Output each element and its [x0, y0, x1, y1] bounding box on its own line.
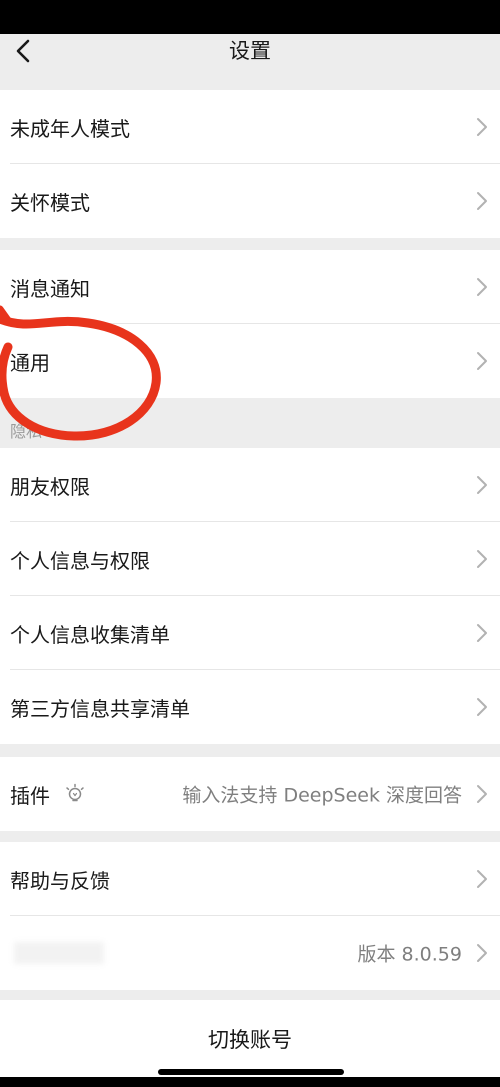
settings-item-friend-permissions[interactable]: 朋友权限: [0, 448, 500, 522]
switch-account-label: 切换账号: [208, 1027, 292, 1052]
chevron-right-icon: [476, 474, 488, 496]
home-indicator: [158, 1069, 344, 1075]
settings-group-help: 帮助与反馈 版本 8.0.59: [0, 842, 500, 990]
nav-bar: 设置: [0, 34, 500, 78]
lightbulb-icon: [64, 783, 86, 805]
settings-item-personal-info-permissions[interactable]: 个人信息与权限: [0, 522, 500, 596]
settings-item-label: 朋友权限: [10, 474, 90, 499]
settings-item-label: 个人信息收集清单: [10, 622, 170, 647]
settings-item-label: 未成年人模式: [10, 116, 130, 141]
settings-item-minor-mode[interactable]: 未成年人模式: [0, 90, 500, 164]
settings-item-help-feedback[interactable]: 帮助与反馈: [0, 842, 500, 916]
settings-group-1: 未成年人模式 关怀模式: [0, 90, 500, 238]
chevron-right-icon: [476, 548, 488, 570]
settings-item-label: 消息通知: [10, 276, 90, 301]
settings-item-notifications[interactable]: 消息通知: [0, 250, 500, 324]
settings-item-label: 关怀模式: [10, 190, 90, 215]
settings-item-plugins[interactable]: 插件 输入法支持 DeepSeek 深度回答: [0, 757, 500, 831]
blurred-label: [14, 942, 104, 964]
chevron-right-icon: [476, 190, 488, 212]
plugin-status-text: 输入法支持 DeepSeek 深度回答: [182, 784, 462, 807]
settings-item-label: 帮助与反馈: [10, 868, 110, 893]
settings-item-care-mode[interactable]: 关怀模式: [0, 164, 500, 238]
chevron-right-icon: [476, 350, 488, 372]
settings-item-label: 插件: [10, 783, 50, 808]
chevron-right-icon: [476, 276, 488, 298]
chevron-right-icon: [476, 783, 488, 805]
version-text: 版本 8.0.59: [357, 943, 462, 966]
settings-item-about[interactable]: 版本 8.0.59: [0, 916, 500, 990]
bottom-bar: [0, 1077, 500, 1087]
chevron-right-icon: [476, 116, 488, 138]
chevron-right-icon: [476, 868, 488, 890]
page-title: 设置: [229, 39, 271, 63]
chevron-right-icon: [476, 622, 488, 644]
settings-item-label: 第三方信息共享清单: [10, 696, 190, 721]
status-bar: [0, 0, 500, 34]
settings-item-label: 个人信息与权限: [10, 548, 150, 573]
settings-item-third-party-sharing-list[interactable]: 第三方信息共享清单: [0, 670, 500, 744]
chevron-right-icon: [476, 696, 488, 718]
settings-item-info-collection-list[interactable]: 个人信息收集清单: [0, 596, 500, 670]
chevron-right-icon: [476, 942, 488, 964]
switch-account-button[interactable]: 切换账号: [0, 1000, 500, 1077]
settings-group-plugins: 插件 输入法支持 DeepSeek 深度回答: [0, 757, 500, 831]
settings-group-2: 消息通知 通用: [0, 250, 500, 398]
settings-item-general[interactable]: 通用: [0, 324, 500, 398]
section-header-privacy: 隐私: [10, 422, 43, 441]
settings-group-privacy: 朋友权限 个人信息与权限 个人信息收集清单 第三方信息共享清单: [0, 448, 500, 744]
settings-item-label: 通用: [10, 350, 50, 375]
